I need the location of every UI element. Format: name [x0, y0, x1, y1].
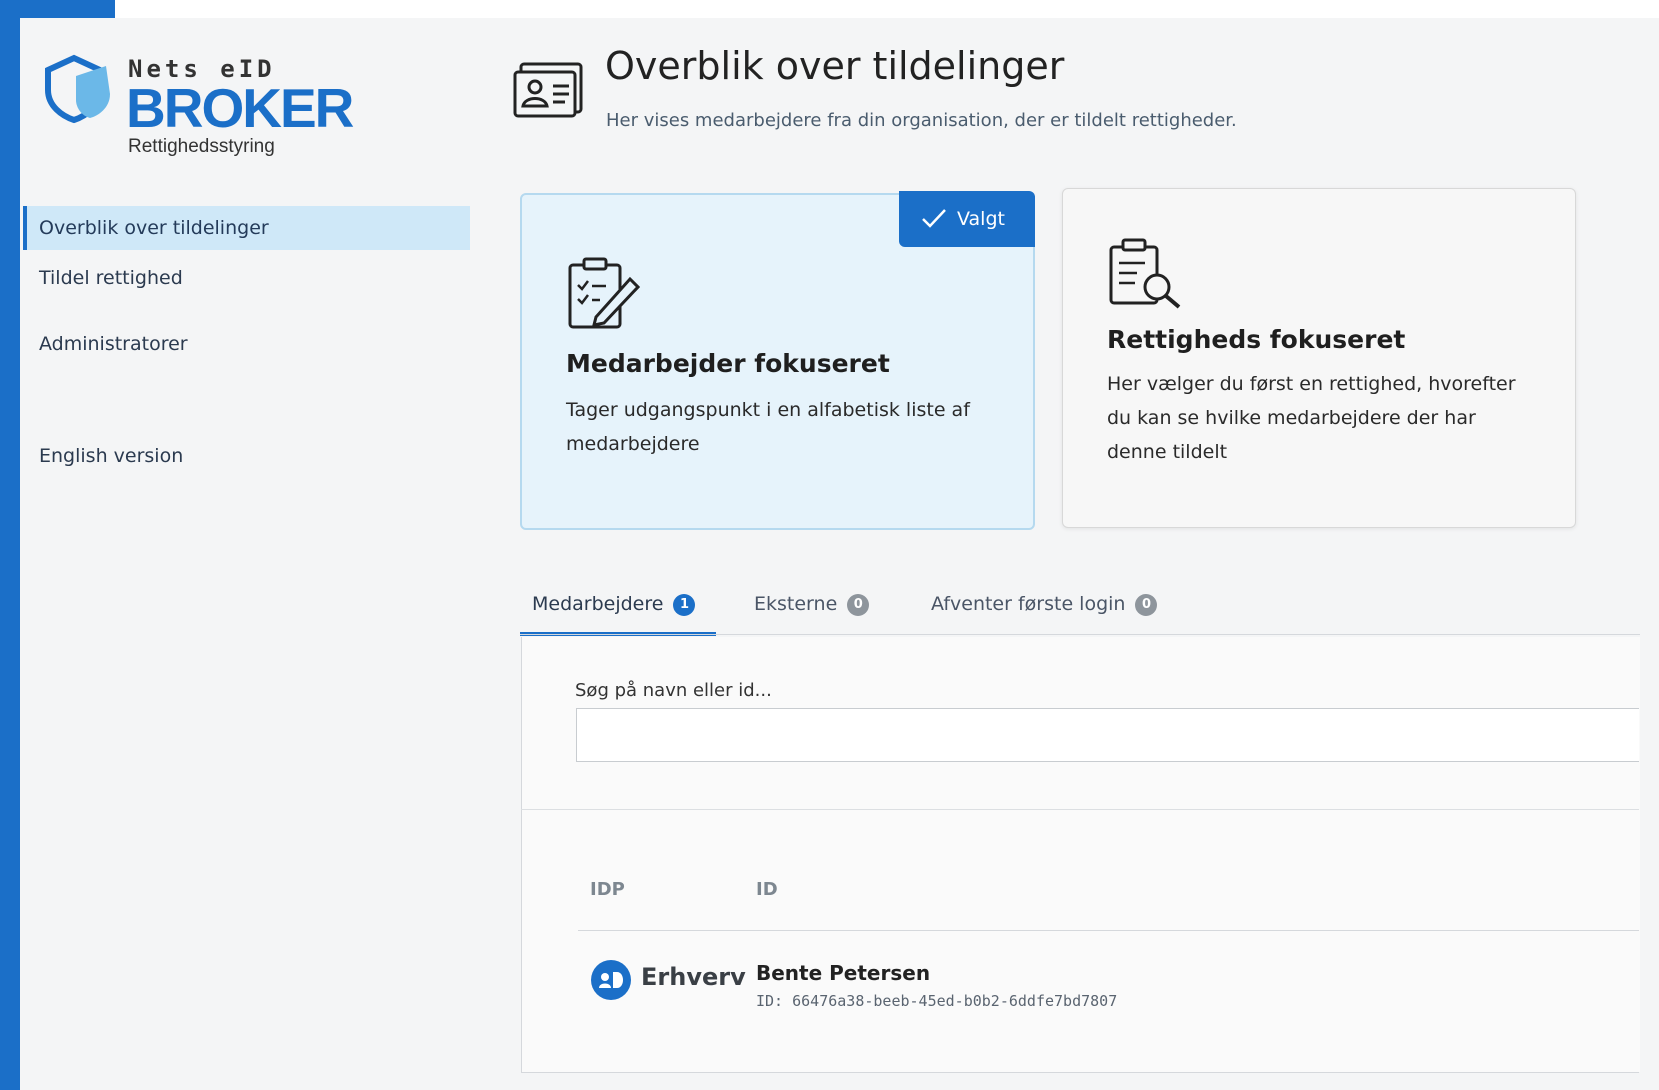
check-icon: [922, 209, 946, 228]
tab-label: Eksterne: [754, 593, 838, 615]
tab-count: 0: [847, 594, 870, 616]
card-title: Rettigheds fokuseret: [1107, 325, 1406, 354]
window-frame-left: [0, 0, 20, 1090]
brand-subtitle: Rettighedsstyring: [128, 136, 275, 157]
table-header-divider: [578, 930, 1639, 931]
tab-medarbejdere[interactable]: Medarbejdere 1: [520, 580, 716, 636]
sidebar-item-tildel-rettighed[interactable]: Tildel rettighed: [23, 256, 470, 300]
tab-count: 1: [673, 594, 696, 616]
tab-count: 0: [1135, 594, 1158, 616]
page-subtitle: Her vises medarbejdere fra din organisat…: [606, 110, 1237, 131]
card-rettigheds-fokuseret[interactable]: Rettigheds fokuseret Her vælger du først…: [1062, 188, 1576, 528]
brand-logo[interactable]: Nets eID BROKER Rettighedsstyring: [40, 36, 370, 166]
card-description: Tager udgangspunkt i en alfabetisk liste…: [566, 399, 970, 455]
selected-badge-label: Valgt: [957, 208, 1005, 230]
tab-label: Afventer første login: [931, 593, 1126, 615]
page-title: Overblik over tildelinger: [605, 44, 1065, 88]
table-row[interactable]: Erhverv Bente Petersen ID: 66476a38-beeb…: [578, 950, 1639, 1020]
tab-divider: [520, 634, 1640, 635]
tab-bar: Medarbejdere 1 Eksterne 0 Afventer første …: [520, 580, 1640, 636]
sidebar-item-administratorer[interactable]: Administratorer: [23, 322, 470, 366]
id-card-icon: [513, 62, 583, 118]
card-description: Her vælger du først en rettighed, hvoref…: [1107, 373, 1516, 463]
window-frame-top: [115, 0, 1659, 18]
tab-eksterne[interactable]: Eksterne 0: [754, 580, 870, 636]
id-badge-icon: [591, 960, 631, 1000]
sidebar-item-overblik[interactable]: Overblik over tildelinger: [23, 206, 470, 250]
person-id: ID: 66476a38-beeb-45ed-b0b2-6ddfe7bd7807: [756, 992, 1118, 1010]
column-header-id[interactable]: ID: [756, 879, 778, 900]
brand-name: BROKER: [126, 77, 354, 139]
search-label: Søg på navn eller id...: [575, 680, 772, 701]
sidebar-item-english-version[interactable]: English version: [23, 434, 470, 478]
search-input[interactable]: [576, 708, 1639, 762]
clipboard-edit-icon: [568, 257, 640, 329]
shield-logo-icon: [45, 54, 110, 124]
panel-bottom-border: [521, 1072, 1639, 1073]
tab-label: Medarbejdere: [532, 593, 664, 615]
selected-badge: Valgt: [899, 191, 1035, 247]
card-title: Medarbejder fokuseret: [566, 349, 890, 378]
person-name: Bente Petersen: [756, 961, 931, 985]
panel-divider: [521, 809, 1639, 810]
tab-afventer-forste-login[interactable]: Afventer første login 0: [931, 580, 1158, 636]
card-medarbejder-fokuseret[interactable]: Valgt Medarbejder fokuseret Tager udgang…: [520, 191, 1035, 530]
window-frame-tab: [20, 0, 115, 18]
column-header-idp[interactable]: IDP: [590, 879, 625, 900]
clipboard-search-icon: [1109, 238, 1181, 309]
idp-label: Erhverv: [641, 963, 746, 991]
